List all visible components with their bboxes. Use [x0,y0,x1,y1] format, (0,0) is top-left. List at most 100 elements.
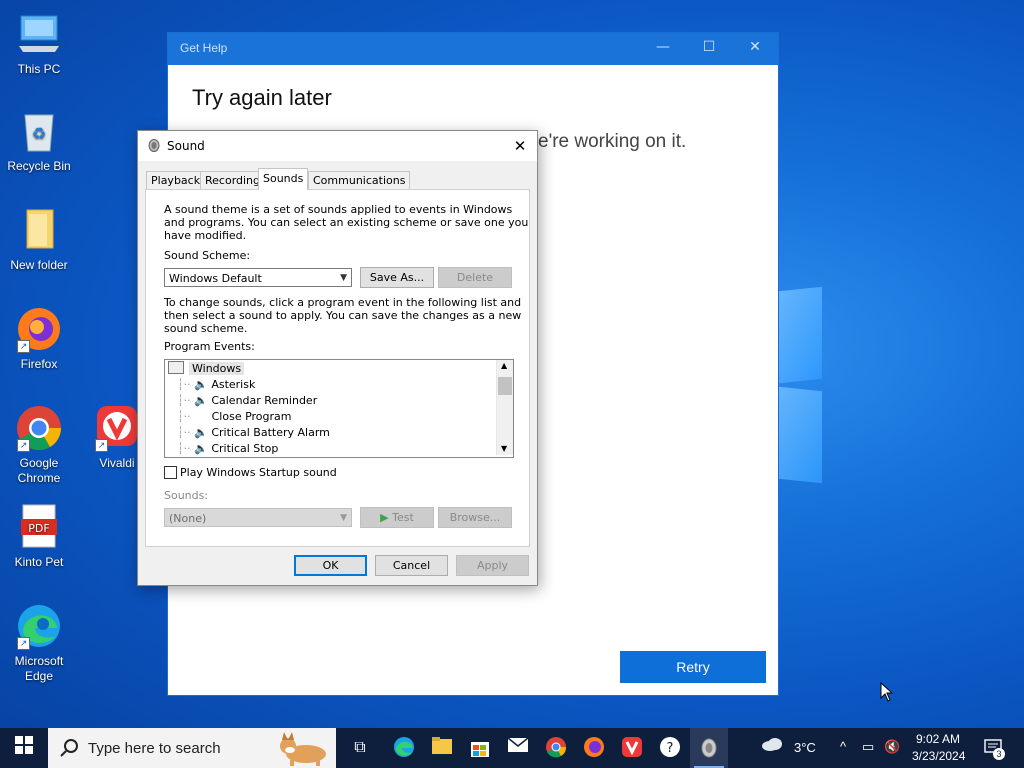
list-item[interactable]: ┆·· Close Program [177,409,292,425]
status-message: e're working on it. [538,131,687,152]
instructions-text-line: To change sounds, click a program event … [164,296,522,309]
desktop-icon-microsoft-edge[interactable]: ↗ Microsoft Edge [0,602,78,684]
page-title: Try again later [192,85,332,110]
speaker-icon [701,738,717,758]
mouse-cursor-icon [880,682,894,702]
chevron-down-icon: ▼ [340,513,347,523]
program-events-list[interactable]: Windows ┆·· 🔈 Asterisk ┆·· 🔈 Calendar Re… [164,359,514,458]
desktop-icon-label: Google Chrome [17,456,61,485]
volume-muted-icon[interactable]: 🔇 [884,739,900,755]
sounds-select[interactable]: (None) ▼ [164,508,352,527]
edge-icon: ↗ [15,602,63,650]
corgi-illustration-icon [280,732,326,766]
tab-sounds[interactable]: Sounds [258,168,309,190]
retry-button[interactable]: Retry [620,651,766,683]
vivaldi-icon: ↗ [93,404,141,452]
startup-sound-label[interactable]: Play Windows Startup sound [180,466,337,479]
clock-date[interactable]: 3/23/2024 [912,749,965,763]
list-scrollbar[interactable]: ▲ ▼ [496,360,513,455]
sound-taskbar-button[interactable] [690,728,728,768]
firefox-taskbar-icon[interactable] [582,736,606,760]
desktop-icon-label: This PC [17,62,61,76]
weather-temperature[interactable]: 3°C [794,740,816,755]
close-icon[interactable]: ✕ [509,135,531,157]
windows-group-icon [168,361,184,374]
desktop-icon-label: Firefox [20,357,58,371]
desktop-icon-label: Microsoft Edge [14,654,64,683]
list-item[interactable]: ┆·· 🔈 Critical Stop [177,441,278,457]
sounds-label: Sounds: [164,489,209,502]
microsoft-store-icon[interactable] [468,736,492,760]
desktop-icon-label: Recycle Bin [7,159,71,173]
chrome-taskbar-icon[interactable] [544,736,568,760]
edge-taskbar-icon[interactable] [392,736,416,760]
sound-scheme-select[interactable]: Windows Default ▼ [164,268,352,287]
tab-recording[interactable]: Recording [200,171,266,189]
tab-playback[interactable]: Playback [146,171,206,189]
speaker-small-icon: 🔈 [194,426,208,439]
pdf-file-icon: PDF [15,503,63,551]
delete-button[interactable]: Delete [438,267,512,288]
desktop-icon-recycle-bin[interactable]: ♻ Recycle Bin [0,107,78,174]
network-icon[interactable]: ▭ [862,739,874,755]
scrollbar-thumb[interactable] [498,377,512,395]
recycle-bin-icon: ♻ [15,107,63,155]
desktop-icon-firefox[interactable]: ↗ Firefox [0,305,78,372]
test-button[interactable]: ▶ Test [360,507,434,528]
close-icon[interactable]: ✕ [740,39,770,59]
maximize-icon[interactable]: ☐ [694,39,724,59]
task-view-icon[interactable]: ⧉ [348,736,372,760]
window-title: Get Help [180,41,228,55]
chevron-down-icon[interactable]: ▼ [501,444,507,453]
list-item[interactable]: ┆·· 🔈 Asterisk [177,377,255,393]
apply-button[interactable]: Apply [456,555,529,576]
desktop-icon-new-folder[interactable]: New folder [0,206,78,273]
list-item[interactable]: ┆·· 🔈 Critical Battery Alarm [177,425,330,441]
speaker-small-icon: 🔈 [194,442,208,455]
browse-button[interactable]: Browse... [438,507,512,528]
desktop-icon-google-chrome[interactable]: ↗ Google Chrome [0,404,78,486]
shortcut-arrow-icon: ↗ [17,637,30,650]
intro-text-line: and programs. You can select an existing… [164,216,529,229]
ok-button[interactable]: OK [294,555,367,576]
notifications-button[interactable]: 3 [984,739,1005,760]
taskbar-search-box[interactable]: Type here to search [48,728,336,768]
save-as-button[interactable]: Save As... [360,267,434,288]
minimize-icon[interactable]: — [648,39,678,59]
clock-time[interactable]: 9:02 AM [916,732,960,746]
cloud-weather-icon[interactable] [760,736,784,760]
list-item[interactable]: ┆·· 🔈 Calendar Reminder [177,393,317,409]
instructions-text-line: sound scheme. [164,322,248,335]
speaker-icon [148,139,160,152]
mail-icon[interactable] [506,736,530,760]
chrome-icon: ↗ [15,404,63,452]
svg-text:PDF: PDF [28,522,49,535]
play-icon: ▶ [380,511,389,524]
desktop-icon-this-pc[interactable]: This PC [0,10,78,77]
notification-count-badge: 3 [993,748,1005,760]
startup-sound-checkbox[interactable] [164,466,177,479]
chevron-down-icon: ▼ [340,273,347,283]
list-item[interactable]: Windows [168,361,245,377]
get-help-titlebar[interactable]: Get Help — ☐ ✕ [168,33,778,65]
search-placeholder: Type here to search [88,740,221,757]
get-help-taskbar-icon[interactable]: ? [658,736,682,760]
file-explorer-icon[interactable] [430,736,454,760]
svg-text:♻: ♻ [32,126,46,143]
taskbar: Type here to search ⧉ ? 3°C ^ ▭ 🔇 9:02 A… [0,728,1024,768]
shortcut-arrow-icon: ↗ [17,340,30,353]
chevron-up-icon[interactable]: ^ [840,739,846,754]
search-icon [60,739,78,757]
shortcut-arrow-icon: ↗ [17,439,30,452]
computer-icon [15,10,63,58]
chevron-up-icon[interactable]: ▲ [501,361,507,370]
sounds-value: (None) [169,512,207,525]
tab-communications[interactable]: Communications [308,171,411,189]
dialog-title: Sound [167,139,205,153]
folder-icon [15,206,63,254]
sound-dialog-titlebar[interactable]: Sound ✕ [138,131,537,161]
desktop-icon-kinto-pet[interactable]: PDF Kinto Pet [0,503,78,570]
cancel-button[interactable]: Cancel [375,555,448,576]
vivaldi-taskbar-icon[interactable] [620,736,644,760]
start-button[interactable] [12,736,36,760]
